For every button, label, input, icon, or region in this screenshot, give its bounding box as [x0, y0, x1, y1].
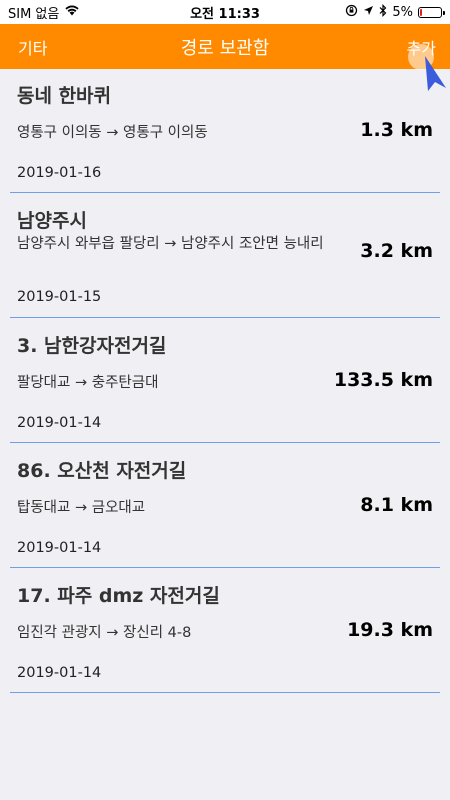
location-icon [363, 5, 374, 20]
route-distance: 133.5 km [333, 369, 433, 391]
route-name: 86. 오산천 자전거길 [17, 460, 187, 482]
orientation-lock-icon [345, 4, 358, 21]
route-path: 팔당대교 → 충주탄금대 [17, 375, 159, 391]
row-divider [10, 317, 440, 318]
status-left: SIM 없음 [8, 3, 80, 22]
route-list: 동네 한바퀴 영통구 이의동 → 영통구 이의동 1.3 km 2019-01-… [0, 69, 450, 694]
route-date: 2019-01-16 [17, 165, 102, 181]
bluetooth-icon [379, 3, 387, 21]
route-row[interactable]: 17. 파주 dmz 자전거길 임진각 관광지 → 장신리 4-8 19.3 k… [0, 569, 450, 694]
route-path: 남양주시 와부읍 팔당리 → 남양주시 조안면 능내리 [17, 236, 324, 252]
route-distance: 1.3 km [360, 119, 433, 141]
route-row[interactable]: 동네 한바퀴 영통구 이의동 → 영통구 이의동 1.3 km 2019-01-… [0, 69, 450, 194]
route-row[interactable]: 남양주시 남양주시 와부읍 팔당리 → 남양주시 조안면 능내리 3.2 km … [0, 194, 450, 319]
route-name: 동네 한바퀴 [17, 85, 112, 107]
carrier-label: SIM 없음 [8, 6, 60, 22]
back-other-button[interactable]: 기타 [18, 24, 47, 69]
route-date: 2019-01-14 [17, 415, 102, 431]
nav-bar: 기타 경로 보관함 추가 [0, 24, 450, 69]
route-name: 3. 남한강자전거길 [17, 335, 167, 357]
row-divider [10, 692, 440, 693]
route-path: 영통구 이의동 → 영통구 이의동 [17, 125, 208, 141]
route-row[interactable]: 3. 남한강자전거길 팔당대교 → 충주탄금대 133.5 km 2019-01… [0, 319, 450, 444]
route-distance: 3.2 km [360, 240, 433, 262]
route-date: 2019-01-14 [17, 665, 102, 681]
status-right: 5% [345, 3, 445, 21]
row-divider [10, 192, 440, 193]
route-path: 임진각 관광지 → 장신리 4-8 [17, 625, 192, 641]
row-divider [10, 442, 440, 443]
route-name: 17. 파주 dmz 자전거길 [17, 585, 220, 607]
battery-level [420, 8, 422, 16]
route-date: 2019-01-15 [17, 289, 102, 305]
route-row[interactable]: 86. 오산천 자전거길 탑동대교 → 금오대교 8.1 km 2019-01-… [0, 444, 450, 569]
row-divider [10, 567, 440, 568]
status-bar: SIM 없음 오전 11:33 5% [0, 0, 450, 24]
battery-icon [418, 6, 445, 18]
route-date: 2019-01-14 [17, 540, 102, 556]
route-distance: 8.1 km [360, 494, 433, 516]
route-path: 탑동대교 → 금오대교 [17, 500, 146, 516]
page-title: 경로 보관함 [180, 37, 270, 59]
route-distance: 19.3 km [347, 619, 433, 641]
battery-percent: 5% [392, 4, 413, 20]
route-name: 남양주시 [17, 210, 87, 232]
wifi-icon [64, 4, 80, 20]
